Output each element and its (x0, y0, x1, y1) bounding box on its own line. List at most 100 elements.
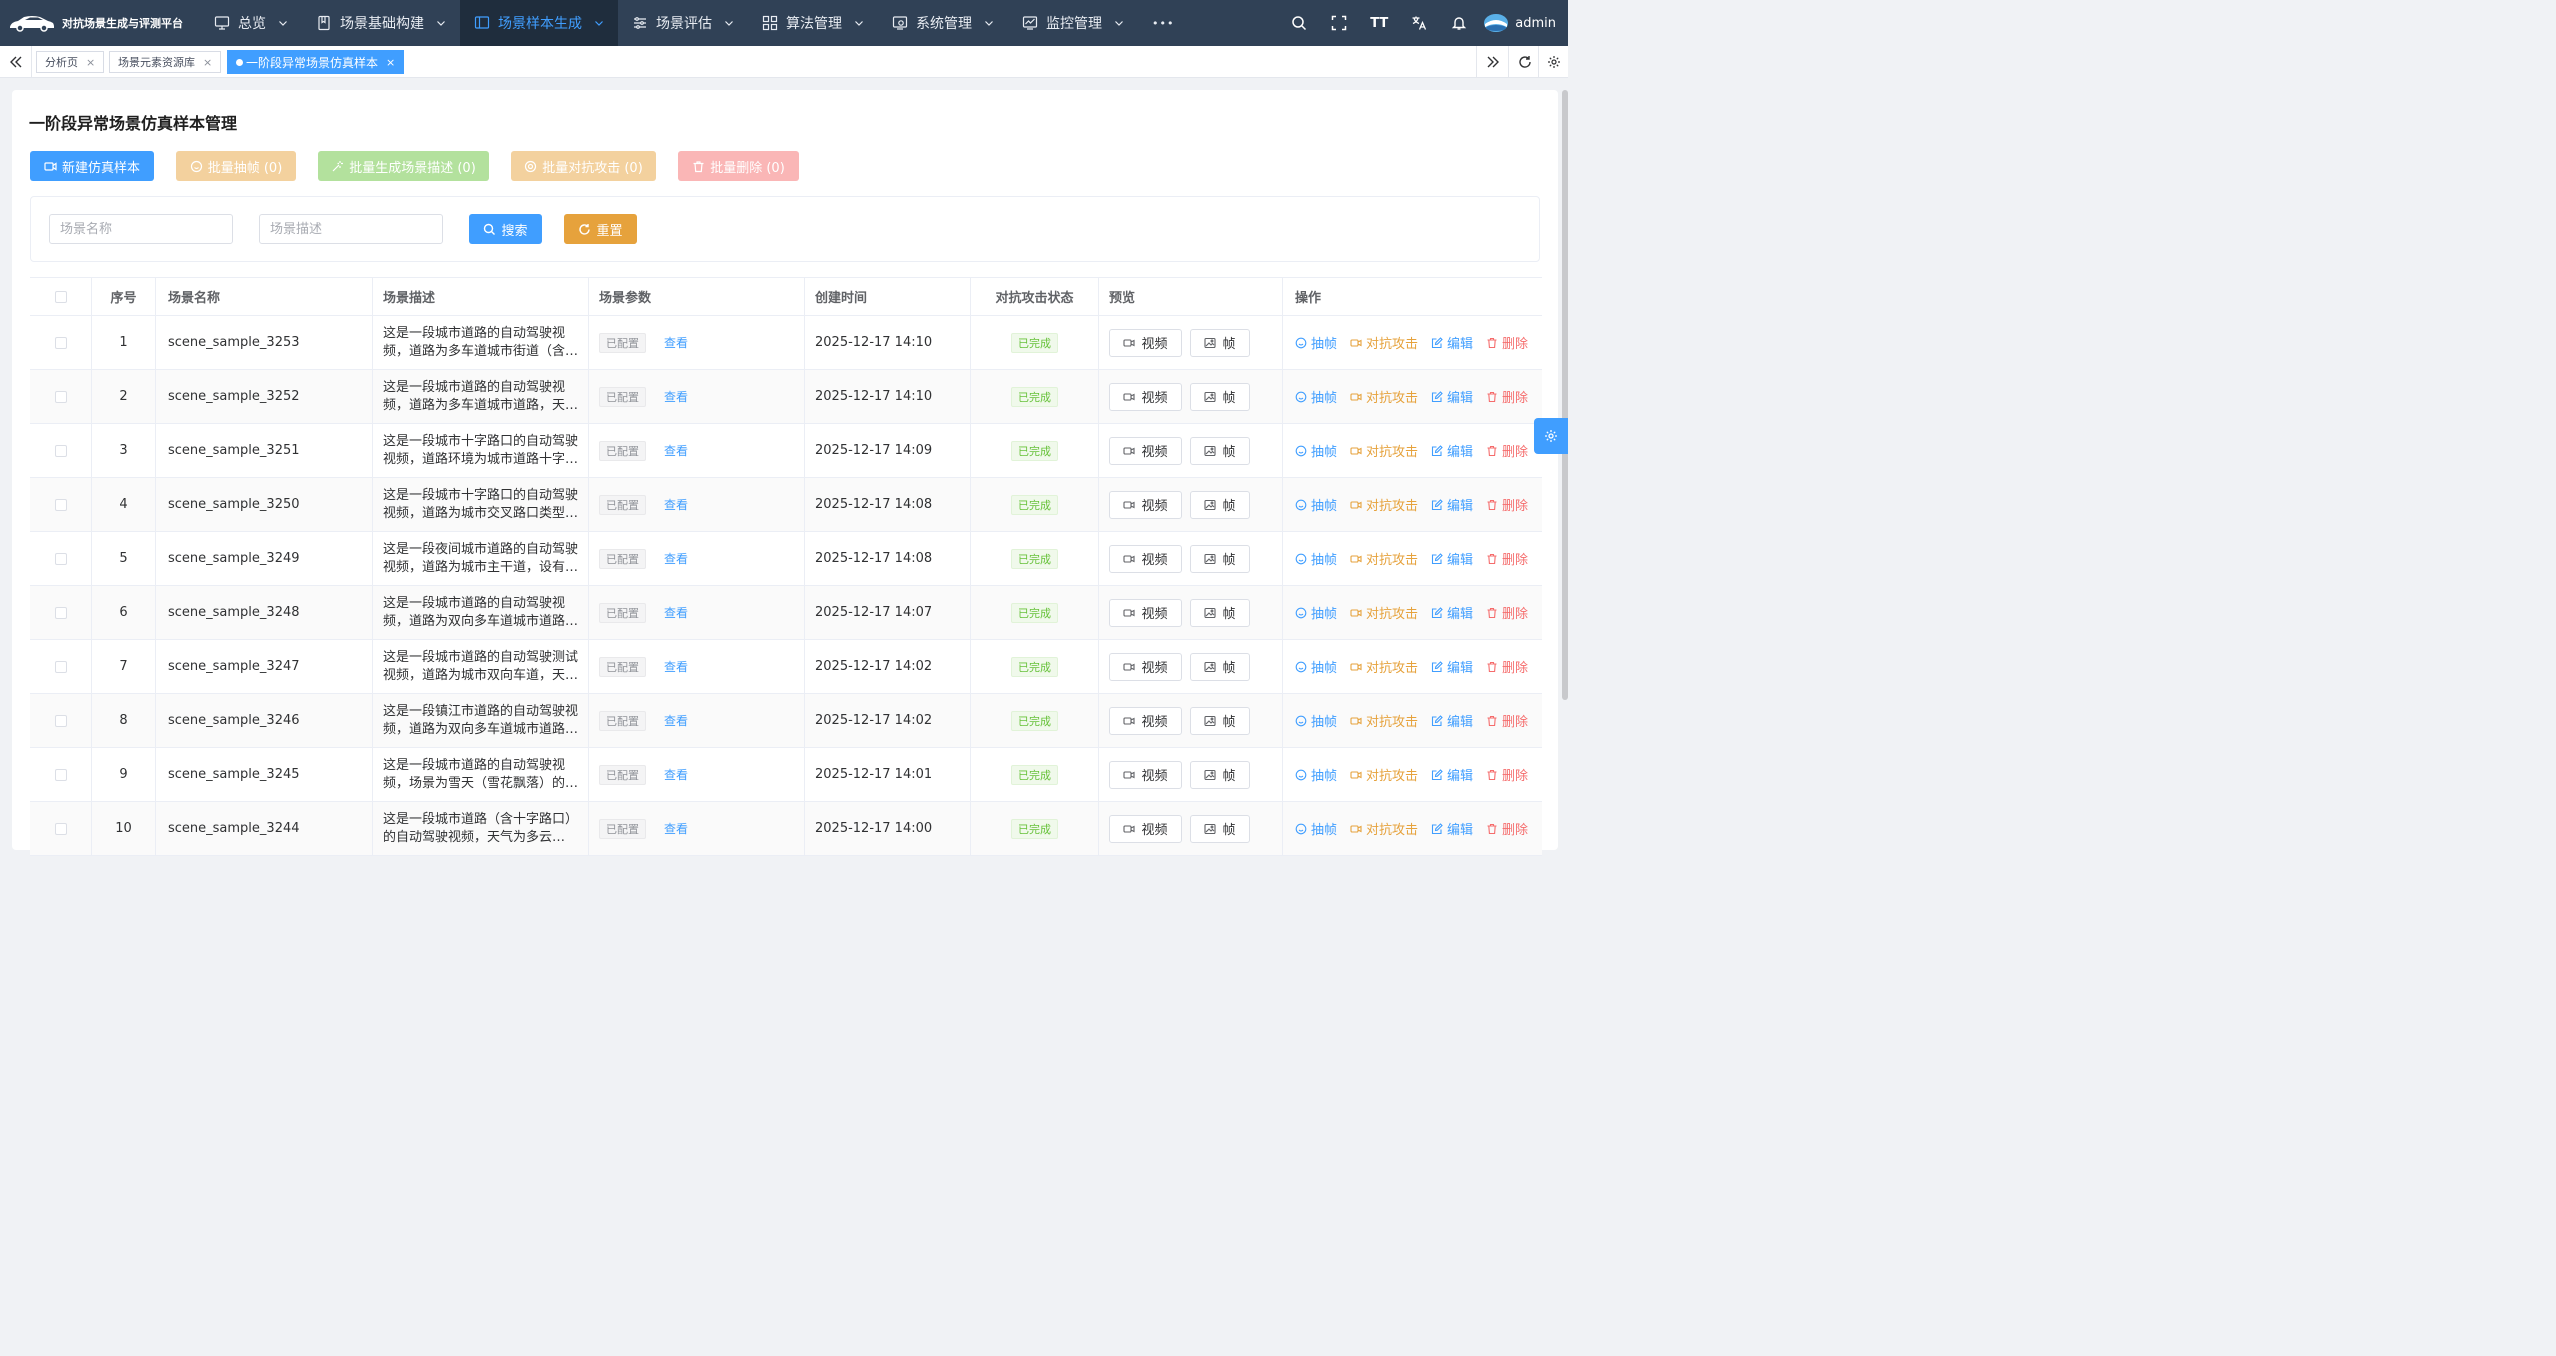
tag-analysis[interactable]: 分析页 × (36, 51, 105, 73)
close-icon[interactable]: × (203, 56, 212, 69)
nav-item-monitor[interactable]: 监控管理 (1008, 0, 1138, 46)
checkbox[interactable] (54, 290, 67, 303)
preview-frame-button[interactable]: 帧 (1190, 814, 1250, 843)
scene-name-input[interactable] (49, 214, 233, 244)
preview-video-button[interactable]: 视频 (1109, 490, 1182, 519)
edit-button[interactable]: 编辑 (1431, 387, 1473, 406)
tags-scroll-right[interactable] (1476, 46, 1508, 77)
extract-frames-button[interactable]: 抽帧 (1295, 549, 1337, 568)
preview-video-button[interactable]: 视频 (1109, 760, 1182, 789)
row-select[interactable] (30, 640, 92, 693)
delete-button[interactable]: 删除 (1486, 765, 1528, 784)
avatar[interactable] (1483, 12, 1509, 34)
edit-button[interactable]: 编辑 (1431, 603, 1473, 622)
edit-button[interactable]: 编辑 (1431, 495, 1473, 514)
extract-frames-button[interactable]: 抽帧 (1295, 657, 1337, 676)
preview-frame-button[interactable]: 帧 (1190, 598, 1250, 627)
view-params-link[interactable]: 查看 (664, 658, 688, 675)
preview-video-button[interactable]: 视频 (1109, 652, 1182, 681)
delete-button[interactable]: 删除 (1486, 603, 1528, 622)
preview-video-button[interactable]: 视频 (1109, 706, 1182, 735)
edit-button[interactable]: 编辑 (1431, 333, 1473, 352)
row-select[interactable] (30, 478, 92, 531)
language-tool[interactable] (1399, 0, 1439, 46)
view-params-link[interactable]: 查看 (664, 388, 688, 405)
adversarial-attack-button[interactable]: 对抗攻击 (1350, 603, 1418, 622)
extract-frames-button[interactable]: 抽帧 (1295, 387, 1337, 406)
row-select[interactable] (30, 316, 92, 369)
preview-frame-button[interactable]: 帧 (1190, 490, 1250, 519)
checkbox[interactable] (54, 390, 67, 403)
preview-video-button[interactable]: 视频 (1109, 544, 1182, 573)
preview-frame-button[interactable]: 帧 (1190, 652, 1250, 681)
adversarial-attack-button[interactable]: 对抗攻击 (1350, 495, 1418, 514)
delete-button[interactable]: 删除 (1486, 657, 1528, 676)
preview-video-button[interactable]: 视频 (1109, 814, 1182, 843)
tag-sample-active[interactable]: 一阶段异常场景仿真样本 × (227, 50, 405, 74)
adversarial-attack-button[interactable]: 对抗攻击 (1350, 441, 1418, 460)
edit-button[interactable]: 编辑 (1431, 549, 1473, 568)
header-select-all[interactable] (30, 278, 92, 315)
extract-frames-button[interactable]: 抽帧 (1295, 441, 1337, 460)
row-select[interactable] (30, 802, 92, 855)
row-select[interactable] (30, 694, 92, 747)
view-params-link[interactable]: 查看 (664, 820, 688, 837)
adversarial-attack-button[interactable]: 对抗攻击 (1350, 333, 1418, 352)
close-icon[interactable]: × (386, 56, 395, 69)
batch-extract-button[interactable]: 批量抽帧 (0) (176, 151, 296, 181)
preview-frame-button[interactable]: 帧 (1190, 436, 1250, 465)
notification-tool[interactable] (1439, 0, 1479, 46)
checkbox[interactable] (54, 606, 67, 619)
delete-button[interactable]: 删除 (1486, 711, 1528, 730)
view-params-link[interactable]: 查看 (664, 442, 688, 459)
edit-button[interactable]: 编辑 (1431, 711, 1473, 730)
view-params-link[interactable]: 查看 (664, 604, 688, 621)
extract-frames-button[interactable]: 抽帧 (1295, 495, 1337, 514)
edit-button[interactable]: 编辑 (1431, 819, 1473, 838)
preview-frame-button[interactable]: 帧 (1190, 328, 1250, 357)
delete-button[interactable]: 删除 (1486, 441, 1528, 460)
checkbox[interactable] (54, 336, 67, 349)
adversarial-attack-button[interactable]: 对抗攻击 (1350, 657, 1418, 676)
create-sample-button[interactable]: 新建仿真样本 (30, 151, 154, 181)
tags-settings-button[interactable] (1538, 46, 1568, 77)
preview-video-button[interactable]: 视频 (1109, 328, 1182, 357)
checkbox[interactable] (54, 822, 67, 835)
extract-frames-button[interactable]: 抽帧 (1295, 819, 1337, 838)
checkbox[interactable] (54, 498, 67, 511)
font-size-tool[interactable]: TT (1359, 0, 1399, 46)
preview-frame-button[interactable]: 帧 (1190, 382, 1250, 411)
nav-item-scene-eval[interactable]: 场景评估 (618, 0, 748, 46)
view-params-link[interactable]: 查看 (664, 496, 688, 513)
delete-button[interactable]: 删除 (1486, 549, 1528, 568)
nav-item-scene-build[interactable]: 场景基础构建 (302, 0, 460, 46)
adversarial-attack-button[interactable]: 对抗攻击 (1350, 549, 1418, 568)
extract-frames-button[interactable]: 抽帧 (1295, 603, 1337, 622)
fullscreen-tool[interactable] (1319, 0, 1359, 46)
delete-button[interactable]: 删除 (1486, 819, 1528, 838)
row-select[interactable] (30, 424, 92, 477)
row-select[interactable] (30, 370, 92, 423)
row-select[interactable] (30, 532, 92, 585)
adversarial-attack-button[interactable]: 对抗攻击 (1350, 711, 1418, 730)
scene-desc-input[interactable] (259, 214, 443, 244)
brand[interactable]: 对抗场景生成与评测平台 (0, 0, 200, 46)
edit-button[interactable]: 编辑 (1431, 765, 1473, 784)
tag-resource-lib[interactable]: 场景元素资源库 × (109, 51, 222, 73)
search-button[interactable]: 搜索 (469, 214, 542, 244)
preview-frame-button[interactable]: 帧 (1190, 706, 1250, 735)
batch-describe-button[interactable]: 批量生成场景描述 (0) (318, 151, 489, 181)
preview-video-button[interactable]: 视频 (1109, 382, 1182, 411)
nav-item-sample-gen[interactable]: 场景样本生成 (460, 0, 618, 46)
batch-delete-button[interactable]: 批量删除 (0) (678, 151, 799, 181)
edit-button[interactable]: 编辑 (1431, 657, 1473, 676)
checkbox[interactable] (54, 714, 67, 727)
view-params-link[interactable]: 查看 (664, 334, 688, 351)
row-select[interactable] (30, 748, 92, 801)
checkbox[interactable] (54, 768, 67, 781)
preview-frame-button[interactable]: 帧 (1190, 760, 1250, 789)
checkbox[interactable] (54, 660, 67, 673)
delete-button[interactable]: 删除 (1486, 495, 1528, 514)
preview-video-button[interactable]: 视频 (1109, 436, 1182, 465)
adversarial-attack-button[interactable]: 对抗攻击 (1350, 387, 1418, 406)
